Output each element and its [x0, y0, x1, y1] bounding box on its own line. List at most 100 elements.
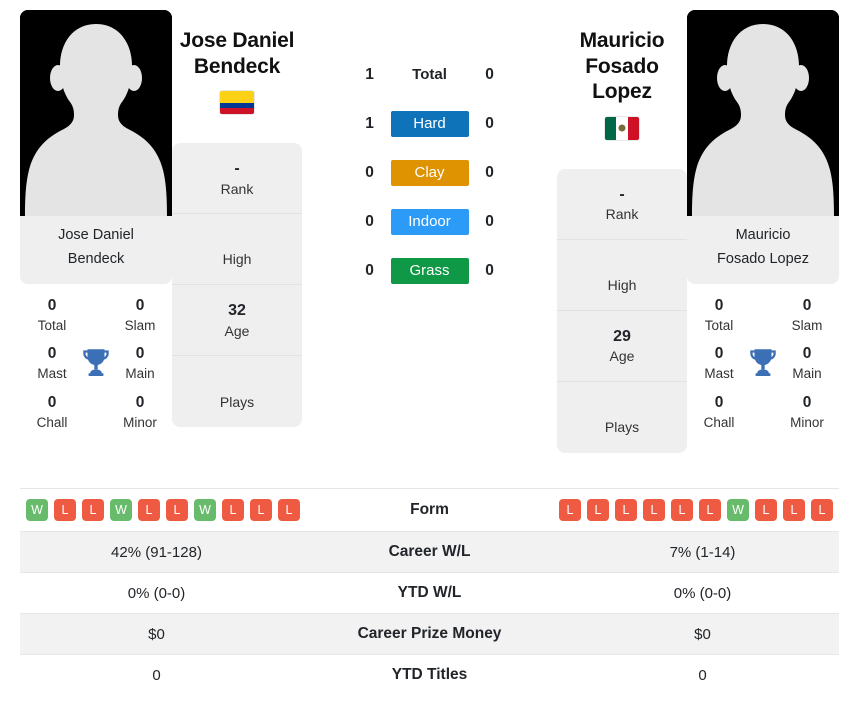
- table-row-career-w-l: 42% (91-128) Career W/L 7% (1-14): [20, 531, 839, 572]
- left-form-badge-10[interactable]: L: [278, 499, 300, 521]
- left-titles-main-value: 0: [135, 345, 145, 363]
- right-player-info-card: - Rank High 29 Age Plays: [557, 168, 687, 453]
- trophy-icon: [83, 348, 109, 376]
- left-player-titles-grid: 0 Total 0 Slam 0 Mast 0 Main 0 Chall 0 M…: [20, 283, 172, 440]
- left-form-value: WLLWLLWLLL: [20, 489, 306, 531]
- left-titles-chall-value: 0: [47, 393, 57, 411]
- right-titles-minor: 0 Minor: [775, 393, 839, 431]
- right-form-badge-1[interactable]: L: [559, 499, 581, 521]
- row-label-career-w-l: Career W/L: [388, 543, 471, 560]
- right-rank-cell: - Rank: [557, 169, 687, 240]
- h2h-row-hard: 1 Hard 0: [340, 111, 520, 137]
- left-rank-cell: - Rank: [172, 143, 302, 215]
- right-career-w-l-value: 7% (1-14): [669, 543, 736, 561]
- right-titles-row-3: 0 Chall 0 Minor: [687, 387, 839, 435]
- right-form-badge-8[interactable]: L: [755, 499, 777, 521]
- left-caption-line2: Bendeck: [67, 250, 125, 267]
- left-player-flag-wrap: [172, 79, 302, 123]
- right-player-info-column: Mauricio Fosado Lopez - Rank High 29 Age…: [557, 10, 687, 453]
- left-rank-value: -: [234, 159, 240, 177]
- left-form-badge-4[interactable]: W: [110, 499, 132, 521]
- right-form-badge-2[interactable]: L: [587, 499, 609, 521]
- left-rank-label: Rank: [220, 180, 254, 197]
- right-high-cell: High: [557, 240, 687, 311]
- row-label-career-prize-money: Career Prize Money: [357, 625, 502, 642]
- left-titles-total: 0 Total: [20, 296, 84, 334]
- right-form-badge-10[interactable]: L: [811, 499, 833, 521]
- left-ytd-titles-value: 0: [152, 666, 161, 684]
- row-label-ytd-w-l: YTD W/L: [397, 584, 462, 601]
- h2h-right-score-indoor: 0: [485, 213, 494, 230]
- right-titles-total: 0 Total: [687, 296, 751, 334]
- surface-badge-hard[interactable]: Hard: [390, 111, 469, 137]
- left-form-strip: WLLWLLWLLL: [26, 499, 300, 521]
- h2h-row-indoor: 0 Indoor 0: [340, 209, 520, 235]
- right-titles-slam: 0 Slam: [775, 296, 839, 334]
- right-form-strip: LLLLLLWLLL: [559, 499, 833, 521]
- right-age-value: 29: [613, 327, 631, 345]
- comparison-header: Jose Daniel Bendeck 0 Total 0 Slam 0 Mas…: [0, 0, 859, 488]
- right-player-photo-card[interactable]: Mauricio Fosado Lopez: [687, 10, 839, 284]
- right-titles-chall: 0 Chall: [687, 393, 751, 431]
- h2h-left-score-hard: 1: [365, 115, 374, 132]
- left-titles-slam-label: Slam: [124, 317, 156, 333]
- left-caption-line1: Jose Daniel: [58, 227, 134, 243]
- left-form-badge-1[interactable]: W: [26, 499, 48, 521]
- table-row-ytd-w-l: 0% (0-0) YTD W/L 0% (0-0): [20, 572, 839, 613]
- h2h-row-total: 1 Total 0: [340, 62, 520, 88]
- right-form-badge-5[interactable]: L: [671, 499, 693, 521]
- right-titles-total-value: 0: [714, 296, 724, 314]
- left-form-badge-7[interactable]: W: [194, 499, 216, 521]
- left-plays-value: [176, 372, 298, 393]
- row-label-form: Form: [410, 501, 449, 518]
- right-titles-mast: 0 Mast: [687, 344, 751, 382]
- left-player-photo-column: Jose Daniel Bendeck 0 Total 0 Slam 0 Mas…: [20, 10, 172, 440]
- right-titles-total-label: Total: [704, 317, 734, 333]
- right-player-titles-grid: 0 Total 0 Slam 0 Mast 0 Main 0 Chall 0 M…: [687, 283, 839, 440]
- right-titles-slam-value: 0: [802, 296, 812, 314]
- left-titles-row-1: 0 Total 0 Slam: [20, 290, 172, 338]
- left-titles-mast-value: 0: [47, 345, 57, 363]
- left-form-badge-6[interactable]: L: [166, 499, 188, 521]
- right-titles-chall-label: Chall: [703, 414, 735, 430]
- right-rank-label: Rank: [605, 206, 639, 223]
- right-ytd-titles-value: 0: [698, 666, 707, 684]
- left-player-photo-card[interactable]: Jose Daniel Bendeck: [20, 10, 172, 284]
- right-titles-row-1: 0 Total 0 Slam: [687, 290, 839, 338]
- h2h-right-score-hard: 0: [485, 115, 494, 132]
- right-form-badge-9[interactable]: L: [783, 499, 805, 521]
- right-player-photo-column: Mauricio Fosado Lopez 0 Total 0 Slam 0 M…: [687, 10, 839, 440]
- surface-badge-grass[interactable]: Grass: [390, 258, 469, 284]
- left-player-info-column: Jose Daniel Bendeck - Rank High 32 Age P…: [172, 10, 302, 428]
- left-titles-minor-value: 0: [135, 393, 145, 411]
- left-form-badge-8[interactable]: L: [222, 499, 244, 521]
- left-titles-total-label: Total: [37, 317, 67, 333]
- right-titles-main: 0 Main: [775, 344, 839, 382]
- right-ytd-w-l-value: 0% (0-0): [673, 584, 732, 602]
- right-form-badge-4[interactable]: L: [643, 499, 665, 521]
- right-titles-minor-label: Minor: [790, 414, 824, 430]
- surface-badge-clay[interactable]: Clay: [390, 160, 469, 186]
- head-to-head-column: 1 Total 0 1 Hard 0 0 Clay 0 0 Indoor 0 0 Grass 0: [302, 10, 557, 284]
- right-player-name: Mauricio Fosado Lopez: [557, 10, 687, 105]
- right-form-badge-7[interactable]: W: [727, 499, 749, 521]
- left-form-badge-2[interactable]: L: [54, 499, 76, 521]
- left-form-badge-5[interactable]: L: [138, 499, 160, 521]
- left-form-badge-3[interactable]: L: [82, 499, 104, 521]
- right-age-cell: 29 Age: [557, 311, 687, 382]
- left-age-value: 32: [228, 301, 246, 319]
- player-comparison-page: Jose Daniel Bendeck 0 Total 0 Slam 0 Mas…: [0, 0, 859, 705]
- left-name-line1: Jose Daniel: [179, 29, 295, 52]
- right-form-value: LLLLLLWLLL: [553, 489, 839, 531]
- right-player-avatar: [687, 10, 839, 216]
- left-titles-slam-value: 0: [135, 296, 145, 314]
- avatar-placeholder-icon: [687, 10, 839, 216]
- right-titles-mast-value: 0: [714, 345, 724, 363]
- left-titles-mast: 0 Mast: [20, 344, 84, 382]
- right-form-badge-6[interactable]: L: [699, 499, 721, 521]
- surface-badge-indoor[interactable]: Indoor: [390, 209, 469, 235]
- left-form-badge-9[interactable]: L: [250, 499, 272, 521]
- left-titles-chall: 0 Chall: [20, 393, 84, 431]
- table-row-form: W L L W L L W L L L Form L L L L L L W L L L: [20, 488, 839, 531]
- right-form-badge-3[interactable]: L: [615, 499, 637, 521]
